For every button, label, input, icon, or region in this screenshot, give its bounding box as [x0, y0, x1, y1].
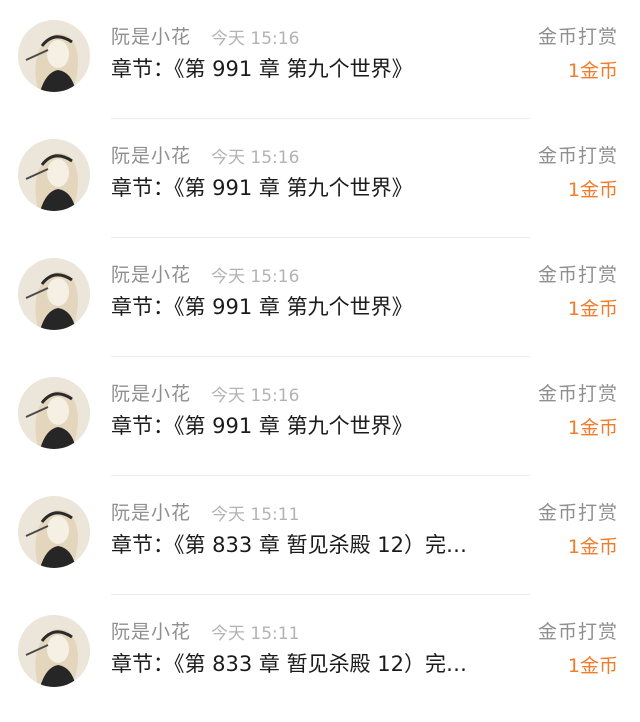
chapter-title: 章节：《第 991 章 第九个世界》: [111, 295, 413, 319]
chapter-title: 章节：《第 991 章 第九个世界》: [111, 176, 413, 200]
tip-type-label: 金币打赏: [537, 26, 618, 48]
user-name: 阮是小花: [111, 264, 192, 286]
chapter-title: 章节：《第 991 章 第九个世界》: [111, 414, 413, 438]
tip-record-row[interactable]: 阮是小花 今天 15:16 章节：《第 991 章 第九个世界》 金币打赏 1金…: [0, 357, 640, 476]
tip-type-label: 金币打赏: [537, 383, 618, 405]
tip-amount: 1金币: [567, 655, 618, 677]
chapter-title: 章节：《第 833 章 暂见杀殿 12）完…: [111, 652, 468, 676]
user-name: 阮是小花: [111, 26, 192, 48]
user-avatar-icon[interactable]: [18, 139, 90, 211]
user-avatar-icon[interactable]: [18, 377, 90, 449]
tip-time: 今天 15:16: [211, 29, 300, 49]
tip-type-label: 金币打赏: [537, 621, 618, 643]
tip-time: 今天 15:11: [211, 505, 300, 525]
tip-record-list: 阮是小花 今天 15:16 章节：《第 991 章 第九个世界》 金币打赏 1金…: [0, 0, 640, 722]
tip-record-row[interactable]: 阮是小花 今天 15:16 章节：《第 991 章 第九个世界》 金币打赏 1金…: [0, 238, 640, 357]
user-avatar-icon[interactable]: [18, 615, 90, 687]
tip-amount: 1金币: [567, 179, 618, 201]
user-name: 阮是小花: [111, 383, 192, 405]
tip-record-row[interactable]: 阮是小花 今天 15:11 章节：《第 833 章 暂见杀殿 12）完… 金币打…: [0, 595, 640, 714]
tip-amount: 1金币: [567, 60, 618, 82]
tip-time: 今天 15:16: [211, 386, 300, 406]
user-name: 阮是小花: [111, 621, 192, 643]
user-name: 阮是小花: [111, 502, 192, 524]
user-avatar-icon[interactable]: [18, 258, 90, 330]
tip-amount: 1金币: [567, 298, 618, 320]
user-avatar-icon[interactable]: [18, 20, 90, 92]
user-name: 阮是小花: [111, 145, 192, 167]
tip-record-row[interactable]: 阮是小花 今天 15:11 章节：《第 833 章 暂见杀殿 12）完… 金币打…: [0, 476, 640, 595]
tip-amount: 1金币: [567, 536, 618, 558]
tip-time: 今天 15:11: [211, 624, 300, 644]
tip-record-row[interactable]: 阮是小花 今天 15:16 章节：《第 991 章 第九个世界》 金币打赏 1金…: [0, 119, 640, 238]
tip-amount: 1金币: [567, 417, 618, 439]
tip-type-label: 金币打赏: [537, 145, 618, 167]
user-avatar-icon[interactable]: [18, 496, 90, 568]
tip-record-row[interactable]: 阮是小花 今天 15:16 章节：《第 991 章 第九个世界》 金币打赏 1金…: [0, 0, 640, 119]
tip-time: 今天 15:16: [211, 267, 300, 287]
chapter-title: 章节：《第 833 章 暂见杀殿 12）完…: [111, 533, 468, 557]
tip-type-label: 金币打赏: [537, 502, 618, 524]
tip-time: 今天 15:16: [211, 148, 300, 168]
chapter-title: 章节：《第 991 章 第九个世界》: [111, 57, 413, 81]
tip-type-label: 金币打赏: [537, 264, 618, 286]
